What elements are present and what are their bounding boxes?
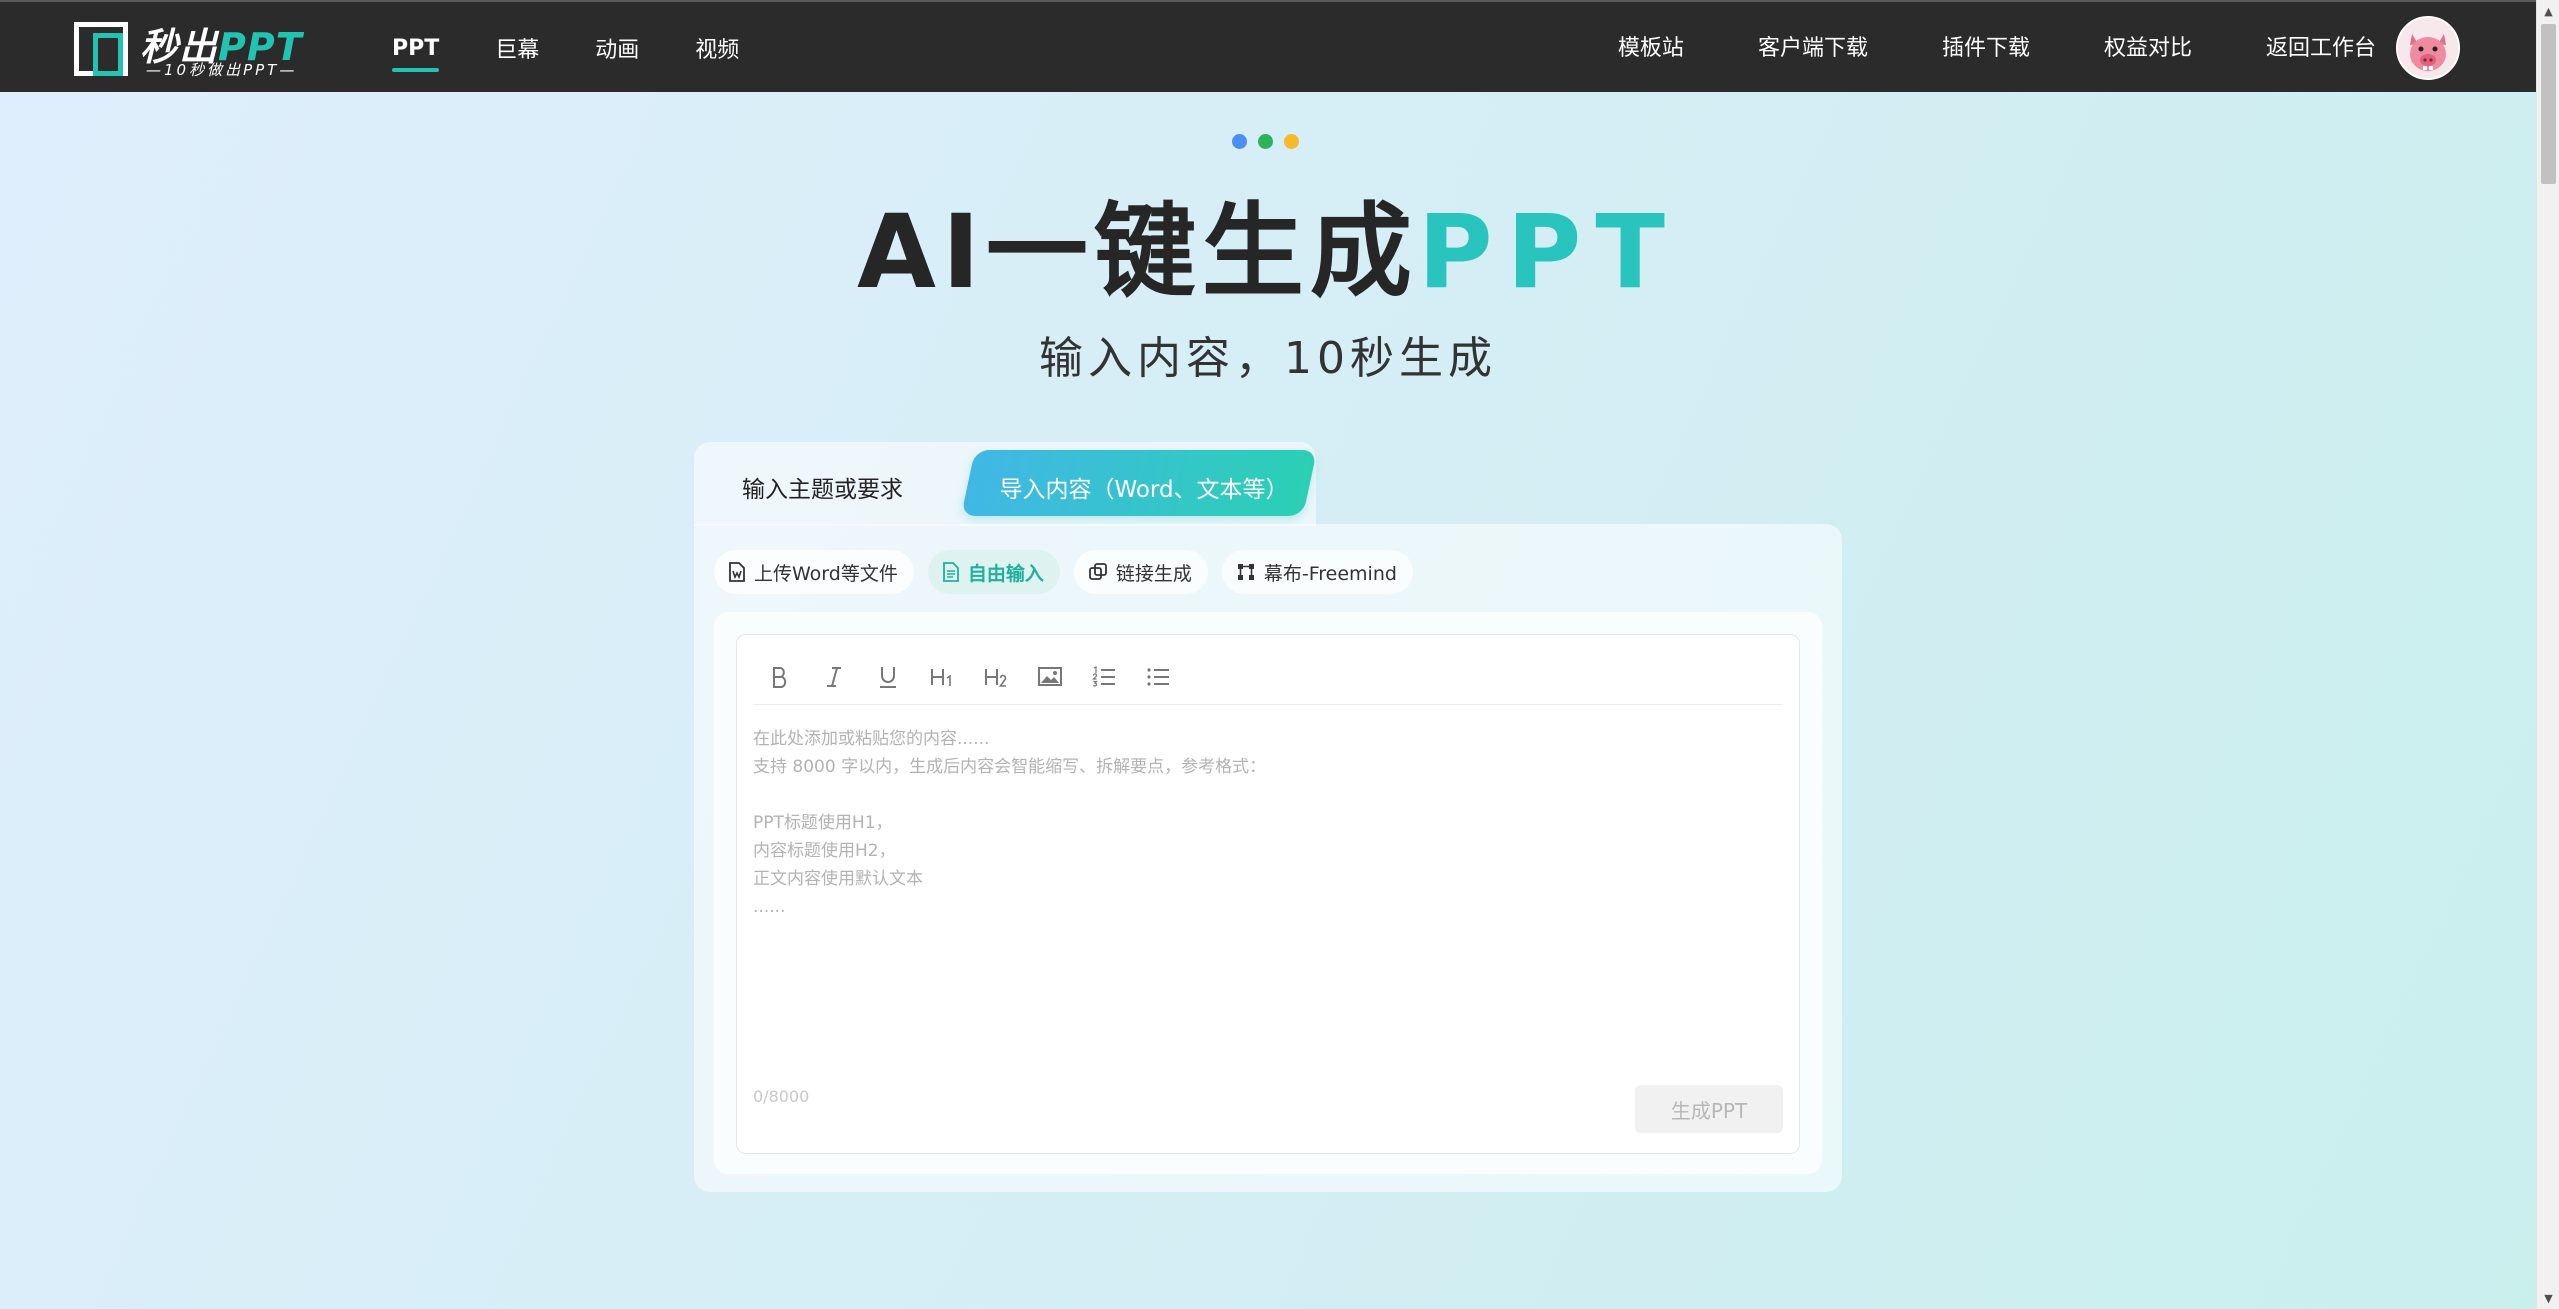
placeholder-blank-line [753,781,1753,809]
char-counter: 0/8000 [753,1087,810,1106]
pig-avatar-icon [2398,18,2458,78]
page-scrollbar[interactable]: ▲ ▼ [2536,0,2559,1309]
top-navbar: 秒出PPT —10秒做出PPT— PPT 巨幕 动画 视频 模板站 客户端下载 … [0,0,2536,92]
nav-right: 模板站 客户端下载 插件下载 权益对比 返回工作台 [1544,2,2376,90]
dot-green [1258,134,1273,149]
scroll-thumb[interactable] [2541,24,2556,184]
logo-mark-icon [74,22,128,76]
subtab-mubu-freemind-label: 幕布-Freemind [1263,562,1397,585]
placeholder-line: 支持 8000 字以内，生成后内容会智能缩写、拆解要点，参考格式： [753,757,1267,777]
subtab-upload-word-label: 上传Word等文件 [754,562,898,585]
brand-name: 秒出PPT [140,25,303,69]
placeholder-line: PPT标题使用H1， [753,813,893,833]
subtab-mubu-freemind[interactable]: 幕布-Freemind [1221,550,1413,594]
document-icon [942,562,959,582]
placeholder-line: ...... [753,897,786,917]
nav-item-client-download[interactable]: 客户端下载 [1758,30,1868,62]
hero-title: AI一键生成PPT [857,193,1679,312]
content-card: 上传Word等文件 自由输入 链接生成 幕布-Freemind 在此处添加或粘贴… [694,524,1842,1192]
subtab-free-input[interactable]: 自由输入 [927,550,1060,594]
nav-left: PPT 巨幕 动画 视频 [368,2,767,94]
subtab-link-generate-label: 链接生成 [1115,562,1192,585]
brand-logo[interactable]: 秒出PPT —10秒做出PPT— [74,20,324,79]
bullet-list-icon[interactable] [1131,657,1185,697]
nav-item-plugin-download[interactable]: 插件下载 [1942,30,2030,62]
scroll-down-icon[interactable]: ▼ [2537,1287,2559,1309]
italic-icon[interactable] [807,657,861,697]
hero-subtitle: 输入内容，10秒生成 [1039,333,1497,384]
underline-icon[interactable] [861,657,915,697]
nav-item-jumu[interactable]: 巨幕 [495,2,539,94]
subtab-free-input-label: 自由输入 [967,562,1044,585]
rich-text-editor[interactable]: 在此处添加或粘贴您的内容...... 支持 8000 字以内，生成后内容会智能缩写… [736,634,1800,1154]
nav-item-video[interactable]: 视频 [695,2,739,94]
editor-wrapper: 在此处添加或粘贴您的内容...... 支持 8000 字以内，生成后内容会智能缩写… [714,612,1822,1174]
subtab-link-generate[interactable]: 链接生成 [1073,550,1208,594]
bold-icon[interactable] [753,657,807,697]
brand-tagline: —10秒做出PPT— [146,61,298,79]
tab-import-content[interactable]: 导入内容（Word、文本等） [984,470,1304,504]
dot-yellow [1284,134,1299,149]
avatar[interactable] [2396,16,2460,80]
dot-blue [1232,134,1247,149]
placeholder-line: 内容标题使用H2， [753,841,896,861]
scroll-up-icon[interactable]: ▲ [2537,0,2559,22]
nav-item-ppt[interactable]: PPT [392,2,440,94]
mode-tabs-inner: 输入主题或要求 导入内容（Word、文本等） [694,442,1318,526]
tab-topic-input[interactable]: 输入主题或要求 [694,442,1014,526]
generate-ppt-button[interactable]: 生成PPT [1635,1085,1783,1133]
link-icon [1088,563,1107,580]
word-file-icon [729,562,745,582]
editor-toolbar [753,649,1783,705]
mindmap-icon [1237,564,1254,580]
nav-item-template-site[interactable]: 模板站 [1618,30,1684,62]
nav-item-benefit-compare[interactable]: 权益对比 [2104,30,2192,62]
heading2-icon[interactable] [969,657,1023,697]
nav-item-animation[interactable]: 动画 [595,2,639,94]
decor-dots [1232,134,1299,149]
placeholder-line: 正文内容使用默认文本 [753,869,923,889]
subtab-upload-word[interactable]: 上传Word等文件 [714,550,914,594]
editor-placeholder[interactable]: 在此处添加或粘贴您的内容...... 支持 8000 字以内，生成后内容会智能缩写… [753,725,1753,921]
ordered-list-icon[interactable] [1077,657,1131,697]
image-icon[interactable] [1023,657,1077,697]
nav-item-back-workspace[interactable]: 返回工作台 [2266,30,2376,62]
heading1-icon[interactable] [915,657,969,697]
placeholder-line: 在此处添加或粘贴您的内容...... [753,729,990,749]
input-method-tabs: 上传Word等文件 自由输入 链接生成 幕布-Freemind [714,550,1413,594]
